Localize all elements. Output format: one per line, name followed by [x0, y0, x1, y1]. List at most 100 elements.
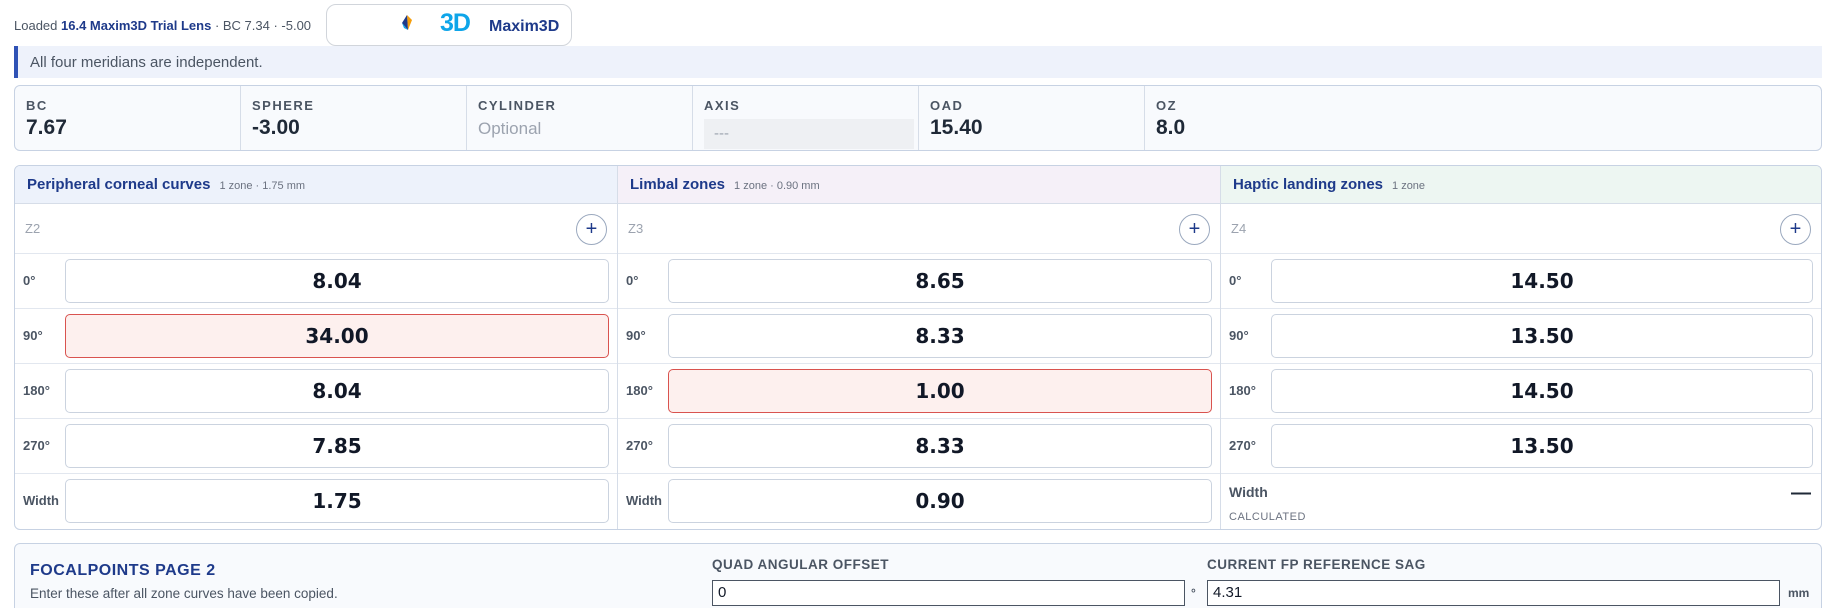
quad-offset-unit: ° — [1191, 586, 1196, 600]
logo-3d-text: 3D — [440, 9, 471, 37]
param-cylinder-label: CYLINDER — [478, 98, 557, 113]
meridian-row: 90° 13.50 — [1221, 309, 1821, 364]
meridian-row: 90° 34.00 — [15, 309, 617, 364]
meridian-input[interactable]: 13.50 — [1271, 424, 1813, 468]
zone-subtitle: 1 zone · 1.75 mm — [219, 179, 306, 192]
meridian-row: 180° 1.00 — [618, 364, 1220, 419]
loaded-lens-detail: · BC 7.34 · -5.00 — [214, 17, 312, 33]
zone-haptic-landing: Haptic landing zones 1 zone Z4 + 0° 14.5… — [1221, 166, 1821, 529]
meridian-label: 90° — [1229, 328, 1249, 343]
param-oz[interactable]: OZ 8.0 — [1145, 86, 1821, 150]
meridian-input-invalid[interactable]: 34.00 — [65, 314, 609, 358]
meridian-label: 180° — [626, 383, 653, 398]
width-label: Width — [1229, 484, 1268, 500]
meridian-input[interactable]: 8.33 — [668, 424, 1212, 468]
meridian-label: 0° — [23, 273, 36, 288]
param-axis-label: AXIS — [704, 98, 741, 113]
calculated-tag: CALCULATED — [1229, 511, 1306, 523]
add-zone-button[interactable]: + — [1179, 214, 1210, 245]
ref-sag-input[interactable]: 4.31 — [1207, 580, 1780, 606]
param-bc[interactable]: BC 7.67 — [15, 86, 241, 150]
info-banner: All four meridians are independent. — [14, 46, 1822, 78]
lens-parameters: BC 7.67 SPHERE -3.00 CYLINDER Optional A… — [14, 85, 1822, 151]
param-oad-value[interactable]: 15.40 — [930, 116, 1132, 140]
meridian-label: 0° — [626, 273, 639, 288]
meridian-row: 0° 8.65 — [618, 254, 1220, 309]
meridian-row: 0° 14.50 — [1221, 254, 1821, 309]
focalpoints-title: FOCALPOINTS PAGE 2 — [30, 562, 216, 579]
param-oad-label: OAD — [930, 98, 964, 113]
zone-id: Z4 — [1231, 221, 1247, 236]
width-label: Width — [626, 493, 662, 508]
meridian-input[interactable]: 14.50 — [1271, 369, 1813, 413]
loaded-lens-status: Loaded 16.4 Maxim3D Trial Lens · BC 7.34… — [14, 4, 311, 46]
param-oz-label: OZ — [1156, 98, 1178, 113]
zone-grid: Peripheral corneal curves 1 zone · 1.75 … — [14, 165, 1822, 530]
width-row: Width 0.90 — [618, 474, 1220, 529]
zone-header: Limbal zones 1 zone · 0.90 mm — [618, 166, 1220, 204]
zone-title: Peripheral corneal curves — [27, 176, 211, 193]
meridian-row: 270° 8.33 — [618, 419, 1220, 474]
meridian-input-invalid[interactable]: 1.00 — [668, 369, 1212, 413]
width-input[interactable]: 1.75 — [65, 479, 609, 523]
loaded-prefix: Loaded — [14, 17, 58, 33]
brand-logo: 3D Maxim3D — [326, 4, 572, 46]
axis-input[interactable]: --- — [704, 119, 914, 149]
meridian-input[interactable]: 8.04 — [65, 259, 609, 303]
meridian-row: 180° 14.50 — [1221, 364, 1821, 419]
width-row-calculated: Width CALCULATED — — [1221, 474, 1821, 529]
param-bc-label: BC — [26, 98, 48, 113]
logo-brand-name: Maxim3D — [489, 18, 560, 35]
zone-title: Limbal zones — [630, 176, 726, 193]
meridian-row: 270° 13.50 — [1221, 419, 1821, 474]
zone-subtitle: 1 zone — [1392, 179, 1426, 192]
loaded-lens-name: 16.4 Maxim3D Trial Lens — [61, 17, 212, 33]
info-banner-text: All four meridians are independent. — [30, 53, 263, 71]
zone-subtitle: 1 zone · 0.90 mm — [734, 179, 820, 192]
param-oad[interactable]: OAD 15.40 — [919, 86, 1145, 150]
meridian-input[interactable]: 7.85 — [65, 424, 609, 468]
meridian-label: 270° — [626, 438, 653, 453]
meridian-label: 90° — [626, 328, 646, 343]
zone-peripheral-corneal: Peripheral corneal curves 1 zone · 1.75 … — [15, 166, 618, 529]
param-bc-value[interactable]: 7.67 — [26, 116, 228, 140]
zone-header: Haptic landing zones 1 zone — [1221, 166, 1821, 204]
ref-sag-unit: mm — [1788, 586, 1810, 600]
meridian-input[interactable]: 8.04 — [65, 369, 609, 413]
zone-title: Haptic landing zones — [1233, 176, 1384, 193]
quad-offset-input[interactable]: 0 — [712, 580, 1185, 606]
focalpoints-panel: FOCALPOINTS PAGE 2 Enter these after all… — [14, 543, 1822, 608]
meridian-input[interactable]: 14.50 — [1271, 259, 1813, 303]
param-axis[interactable]: AXIS --- — [693, 86, 919, 150]
param-sphere[interactable]: SPHERE -3.00 — [241, 86, 467, 150]
meridian-label: 270° — [23, 438, 50, 453]
focalpoints-description: Enter these after all zone curves have b… — [30, 586, 338, 601]
ref-sag-label: CURRENT FP REFERENCE SAG — [1207, 557, 1426, 572]
meridian-row: 90° 8.33 — [618, 309, 1220, 364]
meridian-row: 180° 8.04 — [15, 364, 617, 419]
quad-offset-label: QUAD ANGULAR OFFSET — [712, 557, 889, 572]
add-zone-button[interactable]: + — [576, 214, 607, 245]
meridian-input[interactable]: 13.50 — [1271, 314, 1813, 358]
zone-id: Z3 — [628, 221, 644, 236]
add-zone-button[interactable]: + — [1780, 214, 1811, 245]
zone-id: Z2 — [25, 221, 41, 236]
meridian-row: 0° 8.04 — [15, 254, 617, 309]
param-cylinder[interactable]: CYLINDER Optional — [467, 86, 693, 150]
meridian-input[interactable]: 8.33 — [668, 314, 1212, 358]
width-calculated-value: — — [1791, 482, 1811, 504]
width-row: Width 1.75 — [15, 474, 617, 529]
maxim3d-logo-icon — [402, 15, 412, 30]
param-sphere-label: SPHERE — [252, 98, 315, 113]
meridian-label: 90° — [23, 328, 43, 343]
param-sphere-value[interactable]: -3.00 — [252, 116, 454, 140]
meridian-label: 180° — [23, 383, 50, 398]
meridian-input[interactable]: 8.65 — [668, 259, 1212, 303]
meridian-label: 180° — [1229, 383, 1256, 398]
zone-limbal: Limbal zones 1 zone · 0.90 mm Z3 + 0° 8.… — [618, 166, 1221, 529]
meridian-label: 0° — [1229, 273, 1242, 288]
cylinder-input[interactable]: Optional — [478, 119, 680, 139]
meridian-row: 270° 7.85 — [15, 419, 617, 474]
width-input[interactable]: 0.90 — [668, 479, 1212, 523]
param-oz-value[interactable]: 8.0 — [1156, 116, 1809, 140]
